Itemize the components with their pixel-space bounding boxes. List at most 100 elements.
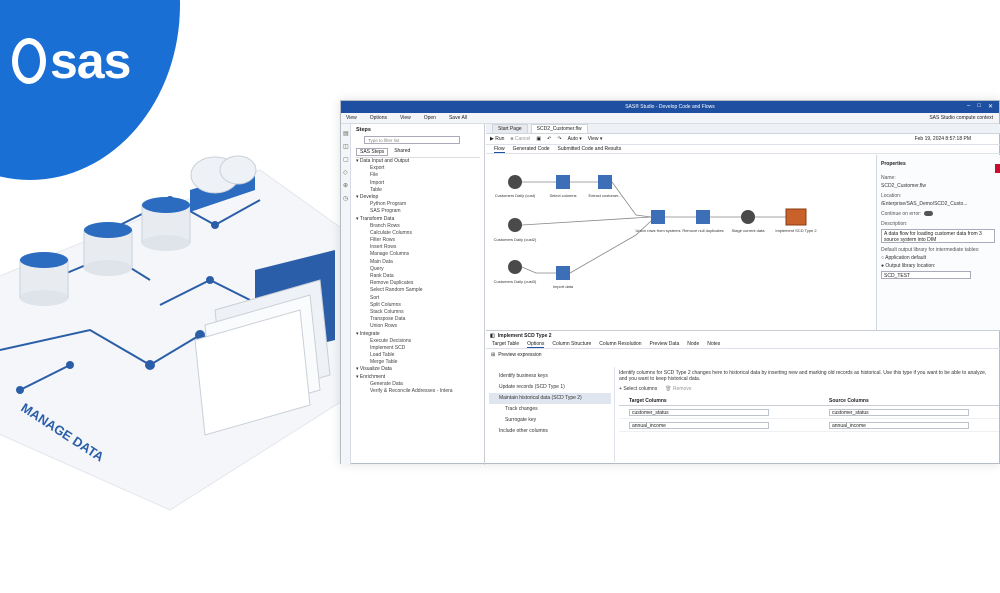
tree-item[interactable]: Branch Rows xyxy=(356,223,480,230)
view-select[interactable]: View ▾ xyxy=(588,136,603,142)
tab-generated-code[interactable]: Generated Code xyxy=(513,146,550,152)
flow-node-table[interactable]: Customers Daily (cust) xyxy=(495,175,536,198)
tree-category[interactable]: ▾ Transform Data xyxy=(356,216,480,223)
tree-item[interactable]: Execute Decisions xyxy=(356,338,480,345)
tree-category[interactable]: ▾ Visualize Data xyxy=(356,366,480,373)
tab-start-page[interactable]: Start Page xyxy=(492,124,528,133)
option-item[interactable]: Maintain historical data (SCD Type 2) xyxy=(489,393,611,404)
help-tab[interactable] xyxy=(995,164,1000,173)
tab-preview-data[interactable]: Preview Data xyxy=(650,341,680,347)
select-columns-button[interactable]: + Select columns xyxy=(619,386,657,392)
tree-item[interactable]: Load Table xyxy=(356,352,480,359)
history-icon[interactable]: ◷ xyxy=(343,195,350,202)
close-icon[interactable]: ✕ xyxy=(988,103,993,110)
description-field[interactable]: A data flow for loading customer data fr… xyxy=(881,229,995,243)
menu-view[interactable]: View xyxy=(346,115,357,121)
option-item[interactable]: Include other columns xyxy=(489,426,611,437)
remove-button[interactable]: 🗑 Remove xyxy=(665,386,691,392)
flow-node-select-columns[interactable]: Select columns xyxy=(549,175,577,198)
tree-item[interactable]: Main Data xyxy=(356,259,480,266)
snippets-icon[interactable]: ◇ xyxy=(343,169,350,176)
tree-item[interactable]: Export xyxy=(356,165,480,172)
tab-node[interactable]: Node xyxy=(687,341,699,347)
tab-options[interactable]: Options xyxy=(527,341,545,348)
flow-node-implement-scd[interactable]: Implement SCD Type 2 xyxy=(775,208,817,233)
tab-flow[interactable]: Flow xyxy=(494,146,505,153)
tree-item[interactable]: Python Program xyxy=(356,201,480,208)
slide: sas MANAGE DATA SAS® Studio - Develop Co… xyxy=(0,0,1000,593)
tree-item[interactable]: Implement SCD xyxy=(356,345,480,352)
option-item[interactable]: Update records (SCD Type 1) xyxy=(489,382,611,393)
tree-item[interactable]: Query xyxy=(356,266,480,273)
tree-item[interactable]: Union Rows xyxy=(356,323,480,330)
continue-on-error-toggle[interactable] xyxy=(924,211,934,217)
undo-icon[interactable]: ↶ xyxy=(547,136,551,142)
tree-item[interactable]: SAS Program xyxy=(356,208,480,215)
tree-category[interactable]: ▾ Integrate xyxy=(356,331,480,338)
mode-select[interactable]: Auto ▾ xyxy=(568,136,582,142)
menu-options[interactable]: Options xyxy=(370,115,387,121)
menu-open[interactable]: Open xyxy=(424,115,436,121)
flow-canvas[interactable]: Customers Daily (cust) Select columns Ex… xyxy=(486,155,876,330)
tree-item[interactable]: Transpose Data xyxy=(356,316,480,323)
tree-item[interactable]: Sort xyxy=(356,295,480,302)
tab-notes[interactable]: Notes xyxy=(707,341,720,347)
tree-item[interactable]: Split Columns xyxy=(356,302,480,309)
compute-context[interactable]: SAS Studio compute context xyxy=(929,115,993,121)
flow-node-union[interactable]: Union rows from systems xyxy=(636,210,681,233)
tree-item[interactable]: Select Random Sample xyxy=(356,287,480,294)
radio-output-library[interactable]: ● Output library location: xyxy=(881,263,995,269)
tree-item[interactable]: Manage Columns xyxy=(356,251,480,258)
files-icon[interactable]: ▢ xyxy=(343,156,350,163)
tab-column-structure[interactable]: Column Structure xyxy=(552,341,591,347)
flow-node-table[interactable]: Customers Daily (cust2) xyxy=(494,218,537,242)
tree-category[interactable]: ▾ Data Input and Output xyxy=(356,158,480,165)
option-item[interactable]: Identify business keys xyxy=(489,371,611,382)
library-field[interactable]: SCD_TEST xyxy=(881,271,971,279)
flow-node-table[interactable]: Customers Daily (cust3) xyxy=(494,260,537,284)
git-icon[interactable]: ⊕ xyxy=(343,182,350,189)
steps-search-input[interactable]: Type to filter list xyxy=(364,136,460,144)
tab-sas-steps[interactable]: SAS Steps xyxy=(356,148,389,156)
run-button[interactable]: ▶ Run xyxy=(490,136,504,142)
flow-node-extract[interactable]: Extract customer... xyxy=(588,175,622,198)
tab-shared[interactable]: Shared xyxy=(394,148,410,156)
option-item[interactable]: Track changes xyxy=(489,404,611,415)
table-row[interactable]: annual_income annual_income xyxy=(619,419,999,432)
tab-flow-file[interactable]: SCD2_Customer.flw xyxy=(530,124,588,133)
tree-item[interactable]: Table xyxy=(356,187,480,194)
minimize-icon[interactable]: – xyxy=(967,103,970,110)
flow-node-stage[interactable]: Stage current data xyxy=(732,210,766,233)
tree-item[interactable]: Merge Table xyxy=(356,359,480,366)
tree-item[interactable]: Remove Duplicates xyxy=(356,280,480,287)
preview-expression-button[interactable]: ⊞ Preview expression xyxy=(486,349,1000,360)
tree-item[interactable]: Calculate Columns xyxy=(356,230,480,237)
tab-submitted-code[interactable]: Submitted Code and Results xyxy=(558,146,622,152)
save-icon[interactable]: ▣ xyxy=(536,136,541,142)
option-detail: Identify columns for SCD Type 2 changes … xyxy=(614,367,999,462)
steps-icon[interactable]: ▤ xyxy=(343,130,350,137)
tree-item[interactable]: File xyxy=(356,172,480,179)
tree-item[interactable]: Insert Rows xyxy=(356,244,480,251)
menu-view-2[interactable]: View xyxy=(400,115,411,121)
menu-save-all[interactable]: Save All xyxy=(449,115,467,121)
flow-node-import[interactable]: Import data xyxy=(553,266,574,289)
radio-app-default[interactable]: ○ Application default xyxy=(881,255,995,261)
tree-item[interactable]: Import xyxy=(356,180,480,187)
tree-item[interactable]: Generate Data xyxy=(356,381,480,388)
cancel-button[interactable]: ■ Cancel xyxy=(510,136,530,142)
libraries-icon[interactable]: ◫ xyxy=(343,143,350,150)
redo-icon[interactable]: ↷ xyxy=(557,136,561,142)
flow-node-remove-duplicates[interactable]: Remove null duplicates xyxy=(682,210,724,233)
tree-item[interactable]: Rank Data xyxy=(356,273,480,280)
tab-target-table[interactable]: Target Table xyxy=(492,341,519,347)
tree-category[interactable]: ▾ Develop xyxy=(356,194,480,201)
option-item[interactable]: Surrogate key xyxy=(489,415,611,426)
tree-item[interactable]: Filter Rows xyxy=(356,237,480,244)
tab-column-resolution[interactable]: Column Resolution xyxy=(599,341,641,347)
table-row[interactable]: customer_status customer_status xyxy=(619,406,999,419)
tree-item[interactable]: Verify & Reconcile Addresses - Intera xyxy=(356,388,480,395)
maximize-icon[interactable]: □ xyxy=(977,103,981,110)
tree-category[interactable]: ▾ Enrichment xyxy=(356,374,480,381)
tree-item[interactable]: Stack Columns xyxy=(356,309,480,316)
